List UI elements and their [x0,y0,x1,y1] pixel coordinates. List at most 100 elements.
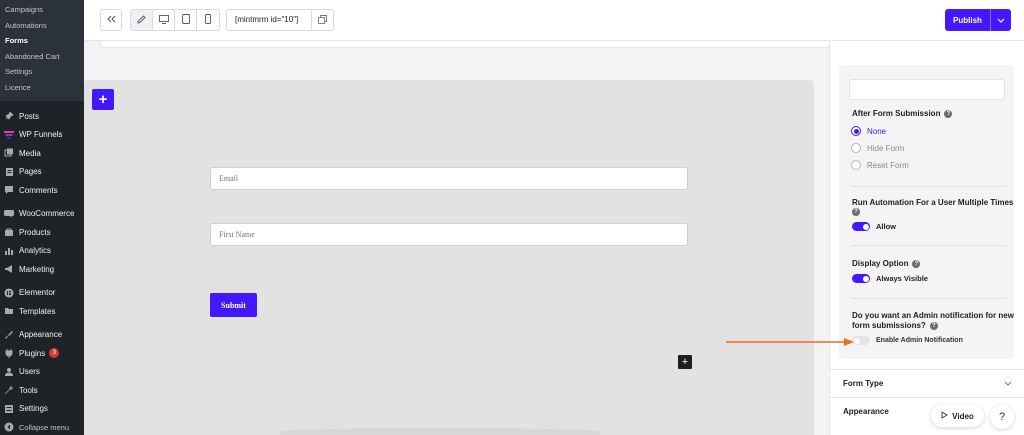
chevron-down-icon[interactable] [991,9,1011,31]
help-icon[interactable]: ? [929,321,938,330]
sidebar-label: Appearance [19,330,63,340]
radio-icon [851,160,861,170]
run-automation-label: Run Automation For a User Multiple Times [852,198,1014,207]
first-name-field[interactable]: First Name [210,223,688,246]
admin-notification-label: Do you want an Admin notification for ne… [852,311,1014,320]
analytics-icon [4,246,14,256]
plus-icon: + [98,91,108,108]
help-icon[interactable]: ? [852,208,860,216]
submenu-item-settings[interactable]: Settings [0,64,84,80]
submenu-item-campaigns[interactable]: Campaigns [0,2,84,18]
radio-hide-form[interactable]: Hide Form [851,143,904,153]
annotation-arrow [726,338,854,346]
allow-toggle-row[interactable]: Allow [852,222,896,231]
sidebar-label: Settings [19,404,48,414]
plugin-icon [4,348,14,359]
help-icon[interactable]: ? [944,109,953,118]
submenu-item-forms[interactable]: Forms [0,33,84,49]
submenu-item-licence[interactable]: Licence [0,80,84,96]
elementor-icon [4,288,14,298]
sidebar-item-plugins[interactable]: Plugins 3 [0,344,84,363]
collapse-icon [4,422,14,432]
allow-toggle[interactable] [852,222,870,231]
email-field[interactable]: Email [210,167,688,190]
users-icon [4,367,14,377]
sidebar-item-tools[interactable]: Tools [0,381,84,400]
shortcode-field[interactable]: [mintmrm id="10"] [226,9,312,31]
submenu-item-automations[interactable]: Automations [0,18,84,34]
pages-icon [4,167,14,177]
submit-button[interactable]: Submit [210,293,257,317]
add-inner-block-button[interactable]: + [678,355,692,369]
tablet-view-button[interactable] [175,10,197,30]
desktop-view-button[interactable] [153,10,175,30]
sidebar-label: Media [19,148,41,158]
sidebar-item-comments[interactable]: Comments [0,181,84,200]
settings-icon [4,404,14,414]
copy-icon [318,11,327,29]
sidebar-label: Marketing [19,264,55,274]
video-label: Video [952,411,974,421]
woocommerce-icon [4,209,14,219]
publish-button[interactable]: Publish [945,9,1011,31]
enable-admin-notification-row[interactable]: Enable Admin Notification [852,336,963,345]
sidebar-item-analytics[interactable]: Analytics [0,242,84,261]
templates-icon [4,306,14,316]
help-button[interactable]: ? [990,405,1014,429]
sidebar-item-users[interactable]: Users [0,363,84,382]
sidebar-label: WooCommerce [19,209,75,219]
tablet-icon [181,11,190,29]
edit-mode-button[interactable] [131,10,153,30]
sidebar-item-marketing[interactable]: Marketing [0,260,84,279]
radio-icon [851,143,861,153]
play-icon [941,411,949,421]
brush-icon [4,330,14,340]
help-icon[interactable]: ? [912,259,921,268]
sidebar-item-templates[interactable]: Templates [0,302,84,321]
radio-label: Hide Form [867,143,905,153]
sidebar-item-woocommerce[interactable]: WooCommerce [0,205,84,224]
radio-reset-form[interactable]: Reset Form [851,160,909,170]
accordion-label: Form Type [843,379,884,388]
divider [851,186,1006,187]
desktop-icon [158,11,169,29]
sidebar-label: Posts [19,111,40,121]
products-icon [4,227,14,237]
sidebar-item-pages[interactable]: Pages [0,163,84,182]
sidebar-item-settings[interactable]: Settings [0,400,84,419]
mobile-view-button[interactable] [197,10,219,30]
settings-text-input[interactable] [849,79,1005,100]
sidebar-item-media[interactable]: Media [0,144,84,163]
divider [851,245,1006,246]
editor-toolbar: [mintmrm id="10"] Publish [84,0,1024,41]
sidebar-item-wp-funnels[interactable]: WP Funnels [0,126,84,145]
toggle-label: Enable Admin Notification [876,337,963,344]
display-option-text: Display Option [852,259,909,268]
pencil-icon [137,11,146,29]
always-visible-toggle-row[interactable]: Always Visible [852,274,928,283]
sidebar-label: Products [19,227,51,237]
editor-strip [100,41,830,48]
sidebar-label: Plugins [19,348,46,358]
sidebar-item-appearance[interactable]: Appearance [0,326,84,345]
radio-none[interactable]: None [851,126,886,136]
sidebar-label: Comments [19,185,58,195]
add-block-button[interactable]: + [92,89,114,110]
sidebar-item-elementor[interactable]: Elementor [0,284,84,303]
video-button[interactable]: Video [931,405,984,427]
submenu-item-abandoned-cart[interactable]: Abandoned Cart [0,49,84,65]
display-option-label: Display Option? [852,259,921,268]
sidebar-label: WP Funnels [19,130,63,140]
radio-label: Reset Form [867,160,909,170]
publish-label: Publish [945,9,991,31]
sidebar-item-products[interactable]: Products [0,223,84,242]
sidebar-item-posts[interactable]: Posts [0,107,84,126]
plugins-update-badge: 3 [49,348,60,359]
back-button[interactable] [100,9,122,31]
accordion-form-type[interactable]: Form Type [829,369,1024,397]
mobile-icon [205,11,211,29]
sidebar-collapse-menu[interactable]: Collapse menu [0,418,84,435]
always-visible-toggle[interactable] [852,274,870,283]
copy-shortcode-button[interactable] [312,9,334,31]
admin-notification-text: form submissions? [852,321,926,330]
